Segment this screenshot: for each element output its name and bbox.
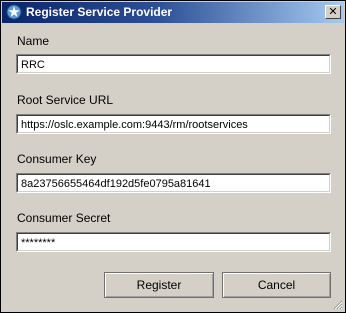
title-bar[interactable]: Register Service Provider ✕ [2, 2, 344, 23]
close-button[interactable]: ✕ [325, 5, 341, 19]
register-button[interactable]: Register [104, 272, 214, 298]
consumer-key-field-frame [16, 173, 331, 193]
cancel-button[interactable]: Cancel [222, 272, 331, 298]
resize-grip-icon[interactable] [331, 298, 343, 310]
consumer-secret-input[interactable] [17, 233, 330, 251]
root-url-label: Root Service URL [17, 93, 114, 107]
consumer-key-label: Consumer Key [17, 152, 97, 166]
dialog-title: Register Service Provider [26, 5, 173, 19]
close-icon: ✕ [328, 5, 338, 18]
root-url-input[interactable] [17, 115, 330, 133]
name-field-frame [16, 54, 331, 74]
gear-star-icon [6, 4, 22, 20]
root-url-field-frame [16, 114, 331, 134]
consumer-secret-label: Consumer Secret [17, 211, 111, 225]
consumer-secret-field-frame [16, 232, 331, 252]
consumer-key-input[interactable] [17, 174, 330, 192]
dialog-window: Register Service Provider ✕ Name Root Se… [0, 0, 346, 313]
name-input[interactable] [17, 55, 330, 73]
name-label: Name [17, 34, 50, 48]
